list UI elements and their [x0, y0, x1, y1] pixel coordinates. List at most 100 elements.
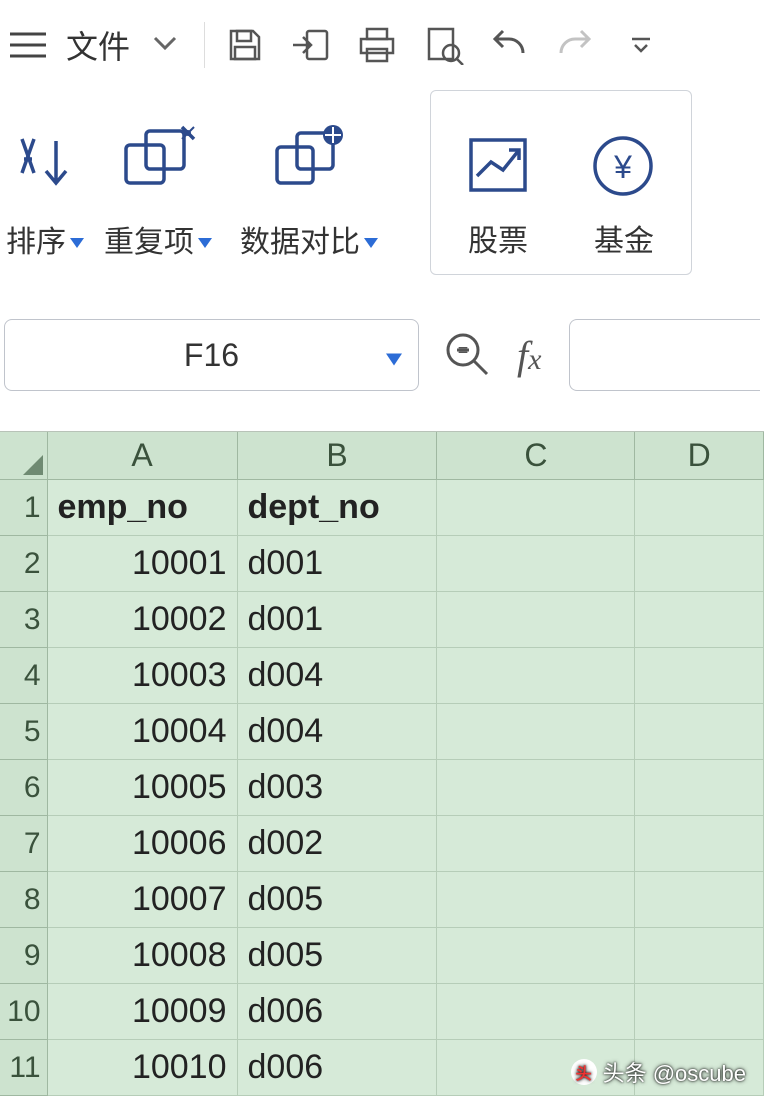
formula-input[interactable] [569, 319, 760, 391]
cell[interactable]: emp_no [48, 480, 238, 536]
quick-toolbar: 文件 [0, 0, 764, 90]
cell[interactable] [437, 816, 635, 872]
cell[interactable]: d005 [238, 928, 438, 984]
ribbon-finance-group: 股票 ¥ 基金 [430, 90, 692, 275]
cell[interactable]: dept_no [238, 480, 438, 536]
save-icon[interactable] [219, 19, 271, 71]
cell[interactable] [635, 816, 764, 872]
cell[interactable]: d005 [238, 872, 438, 928]
table-row: 810007d005 [0, 872, 764, 928]
cell[interactable]: 10005 [48, 760, 238, 816]
duplicates-button[interactable]: 重复项 [90, 90, 226, 275]
fund-label: 基金 [594, 216, 654, 260]
find-icon[interactable]: = [443, 330, 493, 380]
cell[interactable]: 10009 [48, 984, 238, 1040]
cell[interactable]: 10008 [48, 928, 238, 984]
undo-icon[interactable] [483, 19, 535, 71]
cell[interactable] [437, 760, 635, 816]
cell[interactable]: 10002 [48, 592, 238, 648]
cell[interactable]: 10007 [48, 872, 238, 928]
row-header[interactable]: 10 [0, 984, 48, 1040]
cell[interactable] [635, 480, 764, 536]
cell[interactable] [635, 592, 764, 648]
formula-bar-row: F16 = fx [0, 315, 764, 395]
cell[interactable]: d002 [238, 816, 438, 872]
caret-down-icon[interactable] [386, 337, 402, 374]
print-icon[interactable] [351, 19, 403, 71]
column-header[interactable]: A [48, 432, 238, 480]
column-header[interactable]: D [635, 432, 764, 480]
more-dropdown-icon[interactable] [615, 19, 667, 71]
name-box[interactable]: F16 [4, 319, 419, 391]
cell[interactable]: 10001 [48, 536, 238, 592]
row-header[interactable]: 8 [0, 872, 48, 928]
spreadsheet-grid[interactable]: A B C D 1emp_nodept_no210001d001310002d0… [0, 431, 764, 1096]
fund-icon: ¥ [589, 112, 659, 198]
data-compare-button[interactable]: 数据对比 [226, 90, 392, 275]
cell[interactable] [437, 928, 635, 984]
cell[interactable]: d004 [238, 704, 438, 760]
cell[interactable]: 10004 [48, 704, 238, 760]
cell[interactable]: d006 [238, 984, 438, 1040]
stock-button[interactable]: 股票 [435, 91, 561, 274]
cell[interactable] [635, 648, 764, 704]
cell[interactable] [437, 592, 635, 648]
duplicates-label: 重复项 [104, 217, 194, 261]
table-row: 1010009d006 [0, 984, 764, 1040]
row-header[interactable]: 6 [0, 760, 48, 816]
cell[interactable] [635, 760, 764, 816]
redo-icon[interactable] [549, 19, 601, 71]
cell[interactable] [437, 984, 635, 1040]
export-icon[interactable] [285, 19, 337, 71]
menu-icon[interactable] [8, 31, 48, 59]
chevron-down-icon[interactable] [152, 34, 178, 57]
svg-text:¥: ¥ [613, 149, 632, 185]
select-all-corner[interactable] [0, 432, 48, 480]
cell[interactable] [635, 872, 764, 928]
cell[interactable]: 10010 [48, 1040, 238, 1096]
row-header[interactable]: 1 [0, 480, 48, 536]
cell[interactable]: d001 [238, 536, 438, 592]
table-row: 610005d003 [0, 760, 764, 816]
cell[interactable] [437, 872, 635, 928]
caret-down-icon [198, 222, 212, 256]
row-header[interactable]: 7 [0, 816, 48, 872]
cell[interactable]: d001 [238, 592, 438, 648]
row-header[interactable]: 11 [0, 1040, 48, 1096]
cell[interactable]: 10006 [48, 816, 238, 872]
row-header[interactable]: 2 [0, 536, 48, 592]
column-header[interactable]: B [238, 432, 438, 480]
row-header[interactable]: 3 [0, 592, 48, 648]
cell[interactable] [635, 1040, 764, 1096]
cell[interactable] [437, 536, 635, 592]
fund-button[interactable]: ¥ 基金 [561, 91, 687, 274]
row-header[interactable]: 4 [0, 648, 48, 704]
print-preview-icon[interactable] [417, 19, 469, 71]
sort-button[interactable]: 排序 [0, 90, 90, 275]
data-compare-label: 数据对比 [240, 217, 360, 261]
ribbon: 排序 重复项 数据对比 股票 [0, 90, 764, 275]
data-compare-icon [267, 113, 351, 199]
cell[interactable]: d004 [238, 648, 438, 704]
cell[interactable] [635, 984, 764, 1040]
cell[interactable] [635, 928, 764, 984]
cell[interactable]: 10003 [48, 648, 238, 704]
cell[interactable] [437, 648, 635, 704]
cell[interactable]: d003 [238, 760, 438, 816]
table-row: 1110010d006 [0, 1040, 764, 1096]
cell[interactable] [635, 704, 764, 760]
fx-icon[interactable]: fx [517, 332, 541, 379]
cell[interactable]: d006 [238, 1040, 438, 1096]
table-row: 310002d001 [0, 592, 764, 648]
table-row: 510004d004 [0, 704, 764, 760]
cell[interactable] [437, 480, 635, 536]
column-header[interactable]: C [437, 432, 635, 480]
row-header[interactable]: 9 [0, 928, 48, 984]
cell[interactable] [437, 704, 635, 760]
duplicates-icon [116, 113, 200, 199]
name-box-value: F16 [184, 337, 239, 374]
cell[interactable] [437, 1040, 635, 1096]
file-menu[interactable]: 文件 [66, 22, 130, 68]
row-header[interactable]: 5 [0, 704, 48, 760]
cell[interactable] [635, 536, 764, 592]
